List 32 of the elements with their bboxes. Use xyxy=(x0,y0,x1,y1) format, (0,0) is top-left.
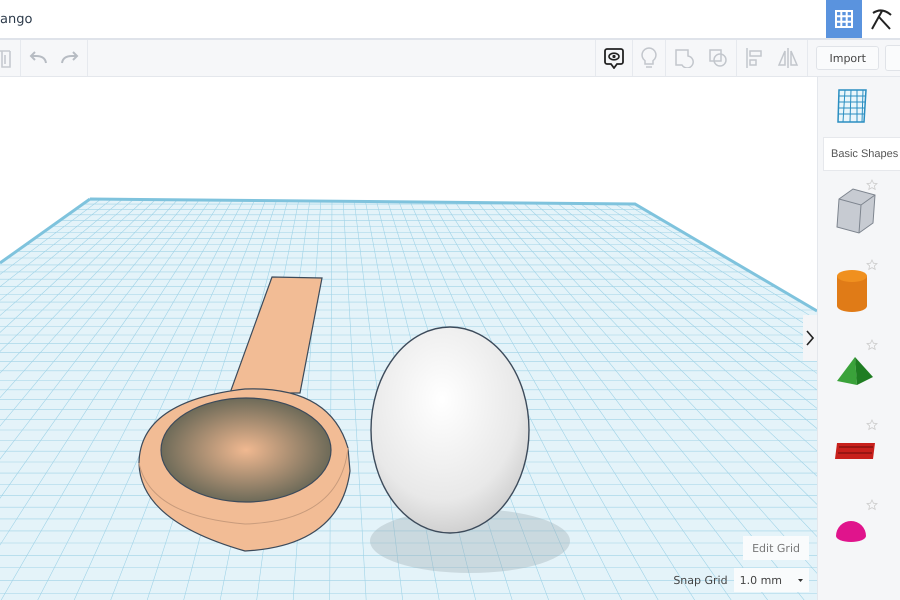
toolbar-button[interactable] xyxy=(885,45,900,71)
project-title: ango xyxy=(0,12,34,26)
roof-shape[interactable] xyxy=(835,355,875,387)
star-icon[interactable] xyxy=(866,499,878,511)
star-icon[interactable] xyxy=(866,259,878,271)
note-eye-icon[interactable] xyxy=(604,47,624,69)
disc-with-handle-model[interactable] xyxy=(138,276,351,552)
snap-grid-dropdown[interactable]: 1.0 mm xyxy=(734,568,809,592)
lightbulb-icon[interactable] xyxy=(641,47,658,69)
trash-icon[interactable] xyxy=(0,47,12,69)
import-button[interactable]: Import xyxy=(816,46,879,70)
snap-grid-label: Snap Grid xyxy=(673,574,728,586)
group-shapes-icon[interactable] xyxy=(674,48,694,68)
cylinder-shape[interactable] xyxy=(835,269,869,313)
box-shape[interactable] xyxy=(835,187,877,235)
caret-icon xyxy=(798,578,803,582)
mirror-icon[interactable] xyxy=(777,47,800,69)
pickaxe-icon xyxy=(870,7,894,31)
chevron-right-icon xyxy=(806,330,814,346)
grid-icon xyxy=(835,10,853,28)
ungroup-shapes-icon[interactable] xyxy=(708,48,728,68)
panel-toggle-button[interactable] xyxy=(803,315,817,361)
redo-icon[interactable] xyxy=(61,51,79,65)
egg-model[interactable] xyxy=(370,326,530,534)
star-icon[interactable] xyxy=(866,339,878,351)
edit-grid-button[interactable]: Edit Grid xyxy=(743,536,809,560)
align-icon[interactable] xyxy=(745,47,764,69)
star-icon[interactable] xyxy=(866,419,878,431)
shape-category-dropdown[interactable]: Basic Shapes xyxy=(823,137,900,171)
star-icon[interactable] xyxy=(866,179,878,191)
workplane-grid-icon[interactable] xyxy=(837,89,867,123)
undo-icon[interactable] xyxy=(29,51,47,65)
